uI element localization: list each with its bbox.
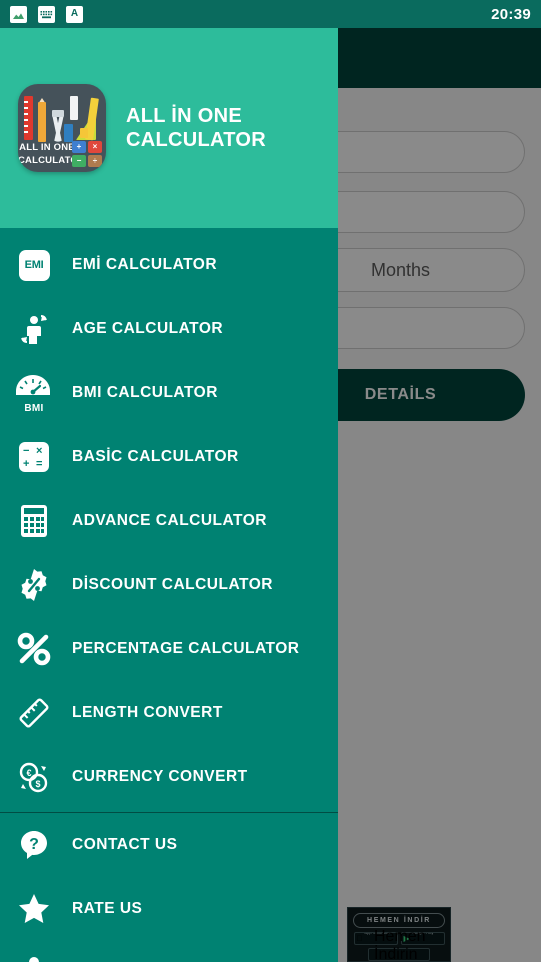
app-icon-key-divide: ÷	[88, 155, 102, 167]
advance-calculator-icon	[14, 501, 54, 541]
sidebar-item-label: BASİC CALCULATOR	[72, 448, 239, 465]
sidebar-item-label: PERCENTAGE CALCULATOR	[72, 640, 300, 657]
drawer-app-title: ALL İN ONE CALCULATOR	[126, 104, 266, 152]
sidebar-item-rate-us[interactable]: RATE US	[0, 877, 338, 941]
svg-text:=: =	[36, 458, 42, 470]
status-bar: A 20:39	[0, 0, 541, 28]
svg-text:−: −	[23, 445, 29, 457]
star-icon	[14, 889, 54, 929]
svg-text:×: ×	[36, 445, 42, 457]
sidebar-item-label: BMI CALCULATOR	[72, 384, 218, 401]
navigation-drawer: ALL IN ONE CALCULATOR + × − ÷ ALL İN ONE…	[0, 28, 338, 962]
svg-text:€: €	[26, 768, 31, 778]
sidebar-item-label: AGE CALCULATOR	[72, 320, 224, 337]
drawer-header: ALL IN ONE CALCULATOR + × − ÷ ALL İN ONE…	[0, 28, 338, 228]
sidebar-item-percentage-calculator[interactable]: PERCENTAGE CALCULATOR	[0, 617, 338, 681]
language-a-icon: A	[66, 5, 83, 23]
discount-badge-percent-icon	[14, 565, 54, 605]
image-icon	[10, 5, 27, 23]
status-bar-icons: A	[10, 5, 83, 23]
sidebar-item-label: LENGTH CONVERT	[72, 704, 223, 721]
sidebar-item-advance-calculator[interactable]: ADVANCE CALCULATOR	[0, 489, 338, 553]
sidebar-item-label: DİSCOUNT CALCULATOR	[72, 576, 273, 593]
share-icon	[14, 936, 54, 962]
basic-calculator-icon: − × + =	[14, 437, 54, 477]
app-icon-text-line2: CALCULATOR	[18, 154, 86, 166]
app-icon-keys: + × − ÷	[72, 141, 102, 167]
sidebar-item-label: CONTACT US	[72, 836, 178, 853]
svg-text:$: $	[35, 779, 40, 789]
all-in-one-calculator-app-icon: ALL IN ONE CALCULATOR + × − ÷	[18, 84, 106, 172]
percent-icon	[14, 629, 54, 669]
drawer-app-title-line2: CALCULATOR	[126, 129, 267, 151]
app-icon-key-plus: +	[72, 141, 86, 153]
emi-box-icon: EMI	[14, 245, 54, 285]
bmi-gauge-icon: BMI	[14, 373, 54, 414]
sidebar-item-label: EMİ CALCULATOR	[72, 256, 218, 273]
currency-exchange-icon: € $	[14, 757, 54, 797]
app-icon-key-times: ×	[88, 141, 102, 153]
keyboard-icon	[38, 5, 55, 23]
sidebar-item-label: RATE US	[72, 900, 143, 917]
drawer-app-title-line1: ALL İN ONE	[126, 105, 242, 127]
status-bar-clock: 20:39	[491, 5, 531, 23]
question-mark-bubble-icon: ?	[14, 825, 54, 865]
sidebar-item-partial[interactable]	[0, 941, 338, 962]
sidebar-item-emi-calculator[interactable]: EMI EMİ CALCULATOR	[0, 233, 338, 297]
drawer-menu-list: EMI EMİ CALCULATOR AGE CALCULATOR BMI BM…	[0, 228, 338, 962]
sidebar-item-currency-convert[interactable]: € $ CURRENCY CONVERT	[0, 745, 338, 809]
sidebar-item-basic-calculator[interactable]: − × + = BASİC CALCULATOR	[0, 425, 338, 489]
sidebar-item-age-calculator[interactable]: AGE CALCULATOR	[0, 297, 338, 361]
svg-text:?: ?	[29, 836, 39, 853]
sidebar-item-label: CURRENCY CONVERT	[72, 768, 248, 785]
sidebar-item-bmi-calculator[interactable]: BMI BMI CALCULATOR	[0, 361, 338, 425]
sidebar-item-contact-us[interactable]: ? CONTACT US	[0, 813, 338, 877]
app-icon-key-minus: −	[72, 155, 86, 167]
ruler-icon	[14, 693, 54, 733]
sidebar-item-label: ADVANCE CALCULATOR	[72, 512, 267, 529]
person-arrows-icon	[14, 309, 54, 349]
sidebar-item-length-convert[interactable]: LENGTH CONVERT	[0, 681, 338, 745]
sidebar-item-discount-calculator[interactable]: DİSCOUNT CALCULATOR	[0, 553, 338, 617]
svg-text:+: +	[23, 458, 29, 470]
app-icon-text-line1: ALL IN ONE	[19, 141, 75, 153]
